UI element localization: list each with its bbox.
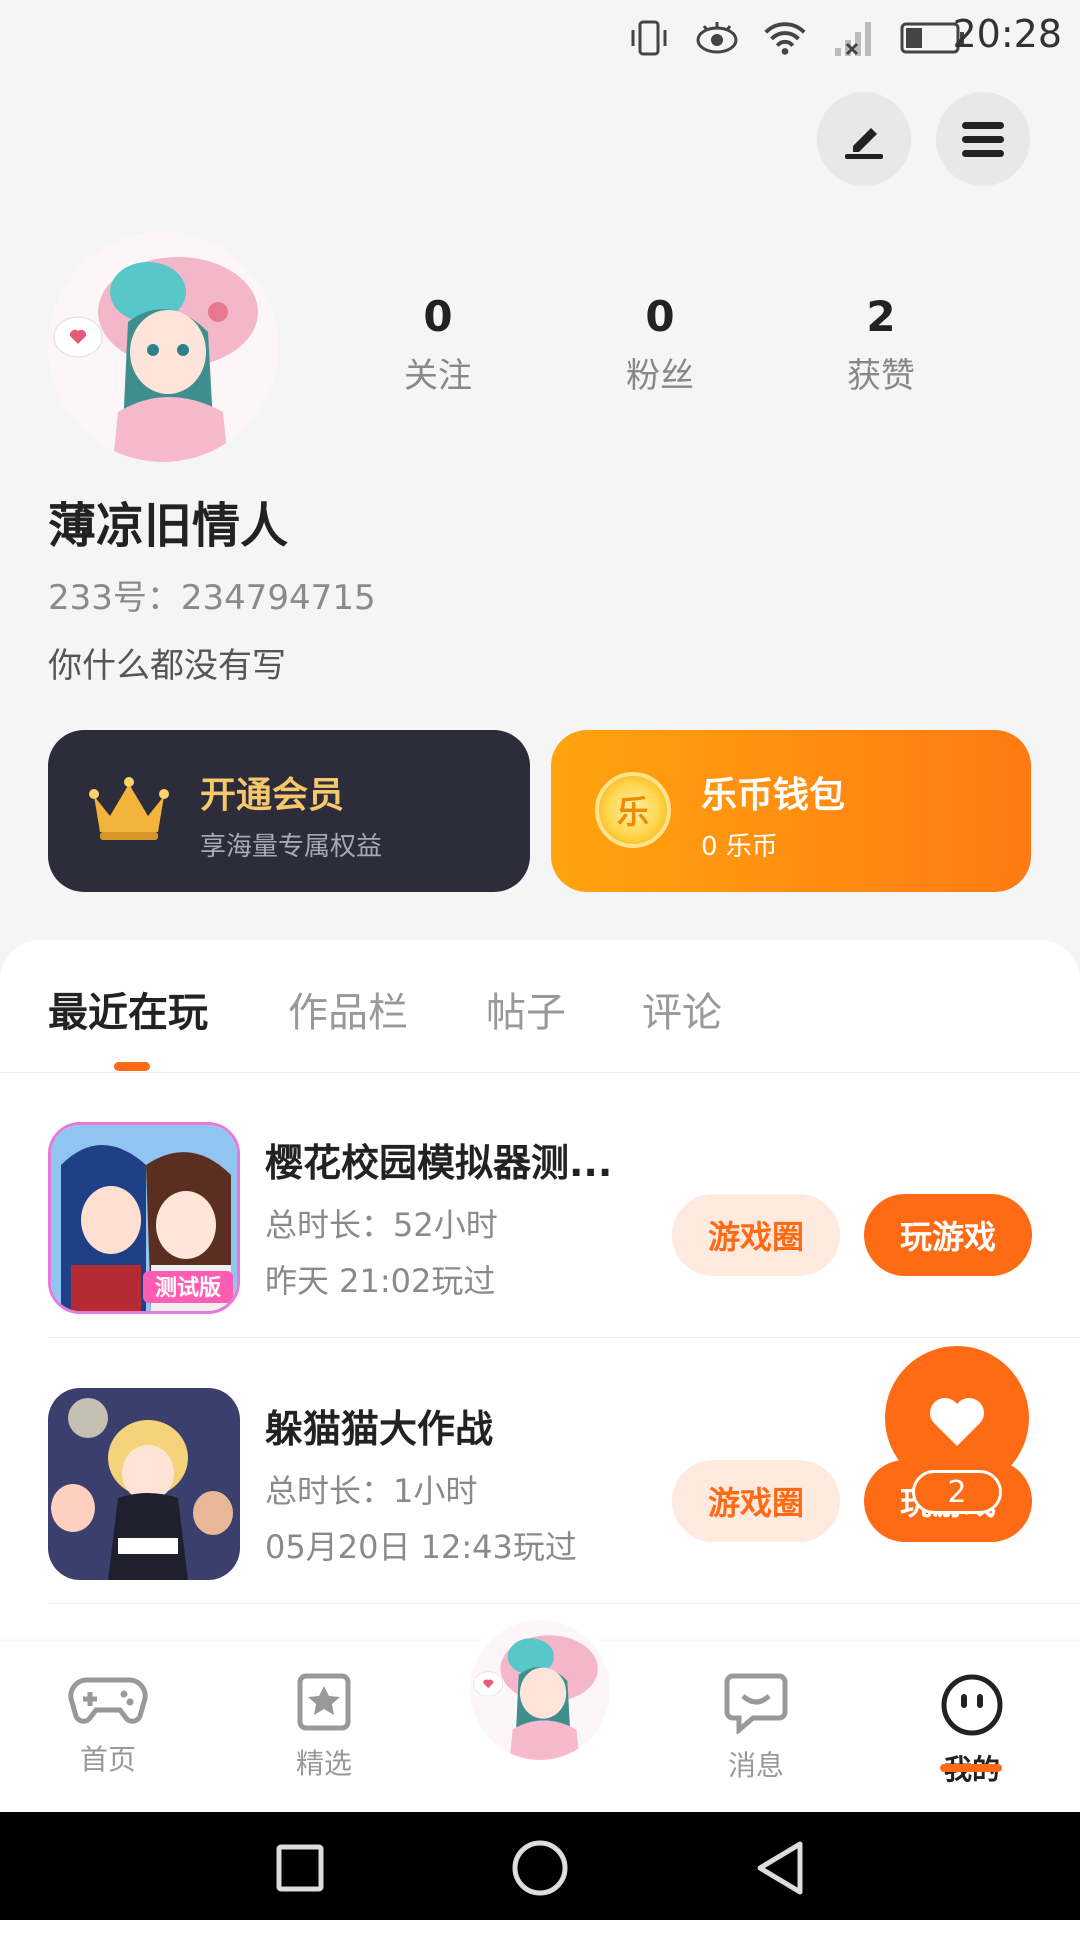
following-count: 0: [423, 292, 453, 341]
status-icons: [626, 14, 968, 62]
tab-posts[interactable]: 帖子: [486, 980, 566, 1038]
crown-icon: [89, 777, 169, 840]
game-icon-sakura: 测试版: [48, 1122, 240, 1314]
tab-comments[interactable]: 评论: [642, 980, 722, 1038]
nav-active-indicator: [940, 1764, 1002, 1772]
smiley-icon: [941, 1674, 1003, 1736]
wallet-title: 乐币钱包: [701, 775, 846, 816]
vip-title: 开通会员: [200, 775, 345, 816]
following-label: 关注: [404, 356, 472, 396]
vibrate-icon: [626, 18, 672, 58]
recent-apps-button[interactable]: [270, 1838, 330, 1898]
stat-fans[interactable]: 0 粉丝: [580, 292, 740, 397]
fans-count: 0: [645, 292, 675, 341]
tab-recently-played[interactable]: 最近在玩: [48, 980, 208, 1038]
menu-button[interactable]: [936, 92, 1030, 186]
nav-featured[interactable]: 精选: [264, 1672, 384, 1782]
game-icon-hide-seek: [48, 1388, 240, 1580]
like-fab[interactable]: [885, 1346, 1029, 1490]
game-circle-button[interactable]: 游戏圈: [672, 1194, 840, 1276]
home-button[interactable]: [510, 1838, 570, 1898]
game-last-played: 05月20日 12:43玩过: [265, 1528, 577, 1566]
nav-me[interactable]: 我的: [912, 1672, 1032, 1788]
hamburger-icon: [962, 122, 1004, 157]
chat-icon: [724, 1673, 788, 1736]
game-circle-button[interactable]: 游戏圈: [672, 1460, 840, 1542]
username: 薄凉旧情人: [48, 498, 289, 554]
avatar-image: [48, 232, 278, 462]
star-bookmark-icon: [297, 1673, 351, 1731]
edit-profile-button[interactable]: [817, 92, 911, 186]
status-time: 20:28: [952, 12, 1062, 56]
game-name: 躲猫猫大作战: [265, 1407, 494, 1451]
row-divider: [48, 1603, 1080, 1604]
wifi-icon: [762, 18, 808, 58]
nav-featured-label: 精选: [295, 1747, 352, 1780]
likes-count: 2: [866, 292, 896, 341]
user-id: 233号：234794715: [48, 578, 376, 618]
profile-tabs: 最近在玩 作品栏 帖子 评论: [0, 940, 1080, 1073]
stat-following[interactable]: 0 关注: [358, 292, 518, 397]
nav-center-avatar[interactable]: [462, 1612, 618, 1768]
square-icon: [276, 1844, 324, 1892]
tab-works[interactable]: 作品栏: [288, 980, 408, 1038]
vip-card[interactable]: 开通会员 享海量专属权益: [48, 730, 530, 892]
play-game-button[interactable]: 玩游戏: [864, 1194, 1032, 1276]
game-name: 樱花校园模拟器测...: [265, 1141, 613, 1185]
avatar-small: [470, 1620, 610, 1760]
game-duration: 总时长：1小时: [265, 1472, 478, 1510]
triangle-back-icon: [757, 1841, 803, 1895]
nav-home[interactable]: 首页: [48, 1672, 168, 1778]
eye-comfort-icon: [694, 18, 740, 58]
game-last-played: 昨天 21:02玩过: [265, 1262, 496, 1300]
signal-icon: [830, 18, 876, 58]
gamepad-icon: [68, 1677, 148, 1724]
back-button[interactable]: [750, 1838, 810, 1898]
avatar[interactable]: [48, 232, 278, 462]
likes-label: 获赞: [847, 356, 915, 396]
wallet-balance: 0 乐币: [701, 832, 778, 862]
nav-home-label: 首页: [79, 1743, 136, 1776]
status-bar: 20:28: [0, 0, 1080, 76]
fans-label: 粉丝: [626, 356, 694, 396]
wallet-card[interactable]: 乐 乐币钱包 0 乐币: [551, 730, 1031, 892]
stat-likes[interactable]: 2 获赞: [801, 292, 961, 397]
pencil-icon: [845, 128, 883, 159]
system-nav-bar: [0, 1812, 1080, 1920]
game-row[interactable]: 测试版 樱花校园模拟器测... 总时长：52小时 昨天 21:02玩过 游戏圈 …: [0, 1072, 1080, 1338]
circle-icon: [512, 1840, 568, 1896]
nav-messages-label: 消息: [727, 1749, 784, 1782]
user-bio: 你什么都没有写: [48, 646, 286, 686]
vip-subtitle: 享海量专属权益: [200, 832, 383, 862]
coin-icon: 乐: [595, 772, 671, 848]
svg-text:测试版: 测试版: [155, 1276, 221, 1301]
like-count-badge: 2: [912, 1470, 1002, 1514]
tab-indicator: [114, 1062, 150, 1071]
heart-icon: [930, 1398, 984, 1446]
nav-messages[interactable]: 消息: [696, 1672, 816, 1784]
game-duration: 总时长：52小时: [265, 1206, 498, 1244]
